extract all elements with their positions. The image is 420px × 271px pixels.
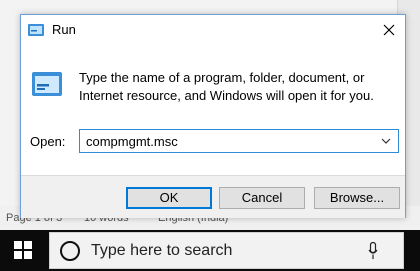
- open-combobox[interactable]: compmgmt.msc: [79, 129, 399, 153]
- run-program-icon: [31, 69, 65, 99]
- search-placeholder: Type here to search: [91, 242, 233, 259]
- dialog-button-bar: OK Cancel Browse...: [21, 175, 405, 218]
- taskbar-search-box[interactable]: Type here to search: [49, 232, 404, 269]
- dialog-titlebar[interactable]: Run: [21, 15, 405, 45]
- cancel-button[interactable]: Cancel: [219, 187, 305, 209]
- close-icon: [383, 24, 395, 36]
- dialog-body: Type the name of a program, folder, docu…: [21, 45, 405, 218]
- taskbar: Type here to search: [0, 230, 420, 271]
- open-input-value[interactable]: compmgmt.msc: [86, 134, 178, 149]
- browse-button[interactable]: Browse...: [314, 187, 400, 209]
- close-button[interactable]: [373, 15, 405, 45]
- microphone-icon[interactable]: [368, 242, 378, 260]
- dialog-title: Run: [52, 22, 76, 37]
- run-icon: [27, 21, 45, 39]
- ok-button[interactable]: OK: [126, 187, 212, 209]
- start-button[interactable]: [0, 230, 46, 271]
- open-label: Open:: [30, 134, 66, 149]
- chevron-down-icon[interactable]: [381, 138, 391, 144]
- cortana-icon: [60, 241, 80, 261]
- dialog-description: Type the name of a program, folder, docu…: [79, 70, 374, 103]
- windows-logo-icon: [14, 241, 32, 259]
- run-dialog: Run Type the name of a program, folder, …: [20, 14, 406, 218]
